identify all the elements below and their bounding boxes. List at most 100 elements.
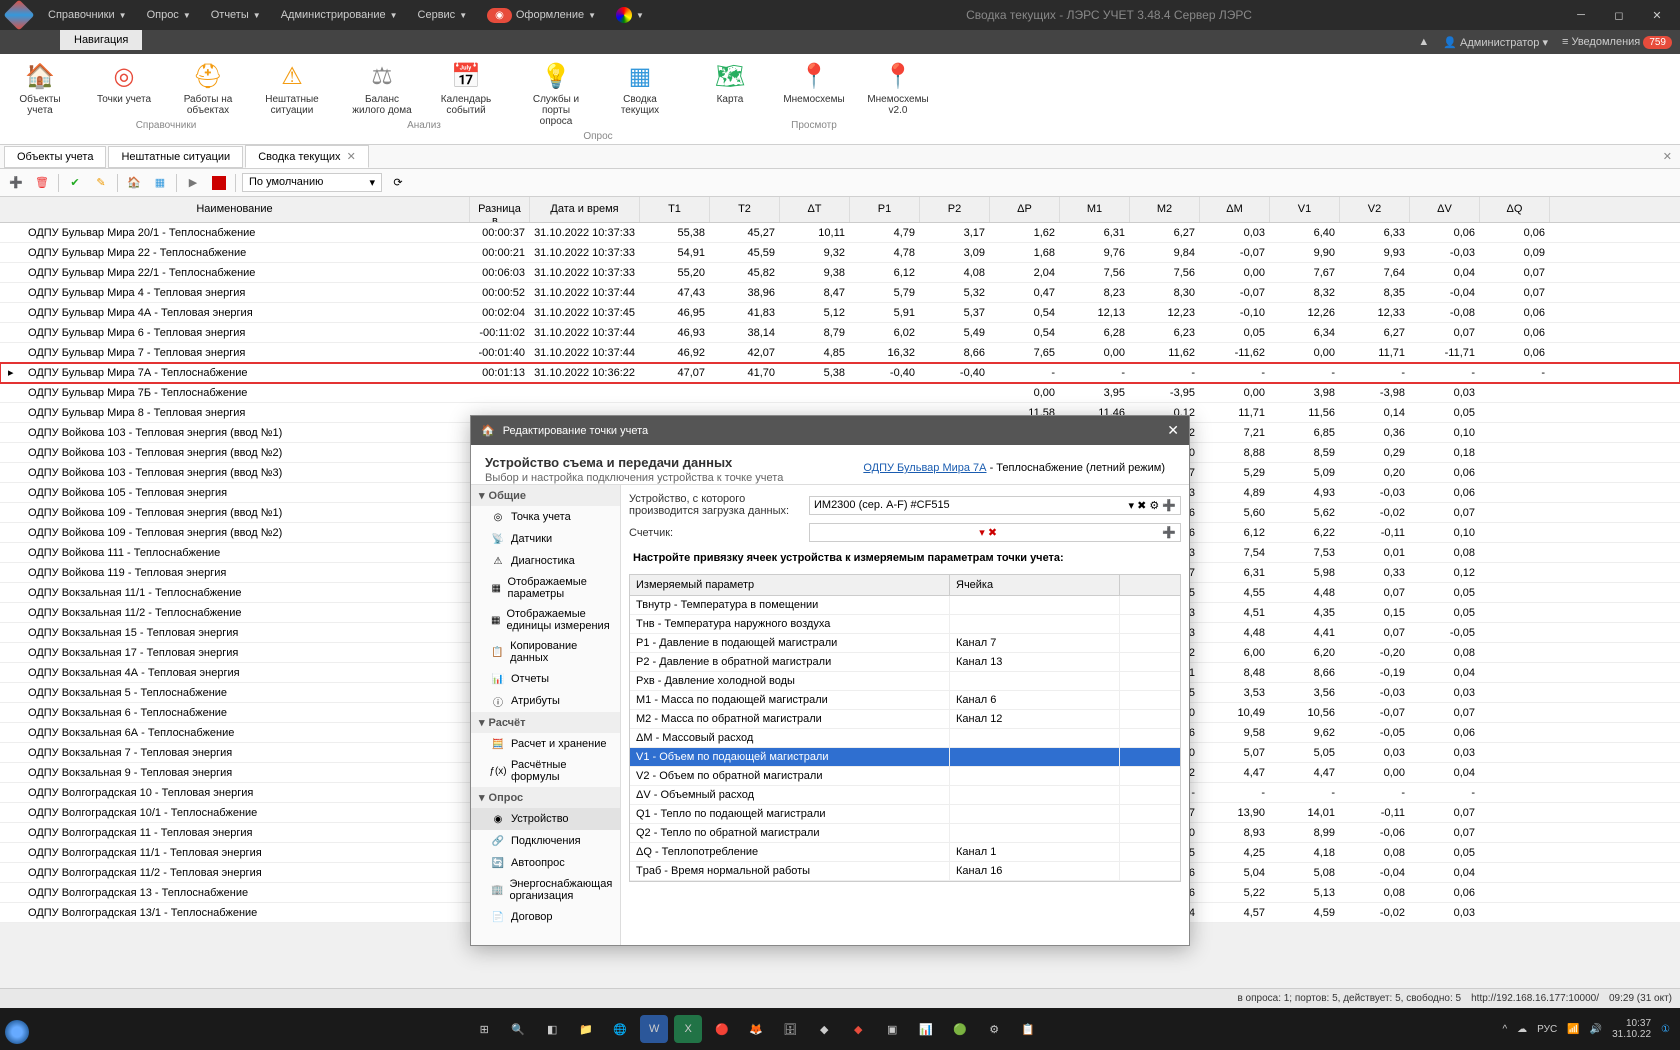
tray-cloud-icon[interactable]: ☁: [1517, 1024, 1527, 1035]
apply-button[interactable]: ✔: [65, 173, 85, 193]
tab-svodka[interactable]: Сводка текущих✕: [245, 145, 369, 168]
edge-icon[interactable]: 🌐: [606, 1015, 634, 1043]
close-all-tabs-icon[interactable]: ✕: [1663, 150, 1672, 163]
ribbon-Работы-на-объектах[interactable]: ⛑Работы на объектах: [178, 60, 238, 116]
counter-combo[interactable]: ▾ ✖ ➕: [809, 523, 1181, 542]
minimize-button[interactable]: ─: [1566, 5, 1596, 25]
side-item-Расчётные-формулы[interactable]: ƒ(x)Расчётные формулы: [471, 755, 620, 787]
edit-button[interactable]: ✎: [91, 173, 111, 193]
tray-expand-icon[interactable]: ^: [1502, 1024, 1507, 1035]
side-item-Отображаемые-единицы-измерения[interactable]: ▦Отображаемые единицы измерения: [471, 604, 620, 636]
menu-service[interactable]: Сервис▼: [410, 3, 476, 27]
ribbon-Карта[interactable]: 🗺Карта: [700, 60, 760, 116]
param-row[interactable]: V2 - Объем по обратной магистрали: [630, 767, 1180, 786]
tray-clock[interactable]: 10:3731.10.22: [1612, 1018, 1651, 1040]
tray-notif-icon[interactable]: ①: [1661, 1024, 1670, 1035]
side-section[interactable]: ▾Опрос: [471, 787, 620, 808]
app4-icon[interactable]: ⚙: [980, 1015, 1008, 1043]
param-row[interactable]: ΔV - Объемный расход: [630, 786, 1180, 805]
side-item-Отчеты[interactable]: 📊Отчеты: [471, 668, 620, 690]
tab-objects[interactable]: Объекты учета: [4, 146, 106, 168]
task-view-icon[interactable]: ◧: [538, 1015, 566, 1043]
param-row[interactable]: Твнутр - Температура в помещении: [630, 596, 1180, 615]
side-item-Договор[interactable]: 📄Договор: [471, 906, 620, 928]
param-row[interactable]: Pхв - Давление холодной воды: [630, 672, 1180, 691]
col-header[interactable]: ΔM: [1200, 197, 1270, 222]
ribbon-Календарь-событий[interactable]: 📅Календарь событий: [436, 60, 496, 116]
side-item-Отображаемые-параметры[interactable]: ▦Отображаемые параметры: [471, 572, 620, 604]
param-row[interactable]: M2 - Масса по обратной магистралиКанал 1…: [630, 710, 1180, 729]
col-header[interactable]: M2: [1130, 197, 1200, 222]
stop-button[interactable]: [209, 173, 229, 193]
col-header[interactable]: Разница в...: [470, 197, 530, 222]
side-item-Энергоснабжающая-организация[interactable]: 🏢Энергоснабжающая организация: [471, 874, 620, 906]
app3-icon[interactable]: 🟢: [946, 1015, 974, 1043]
col-header[interactable]: P2: [920, 197, 990, 222]
param-row[interactable]: P1 - Давление в подающей магистралиКанал…: [630, 634, 1180, 653]
delete-button[interactable]: 🗑: [32, 173, 52, 193]
color-picker-icon[interactable]: ▼: [608, 3, 652, 27]
terminal-icon[interactable]: ▣: [878, 1015, 906, 1043]
menu-oformlenie[interactable]: ◉Оформление▼: [479, 3, 604, 27]
tray-sound-icon[interactable]: 🔊: [1590, 1024, 1602, 1035]
col-header[interactable]: V1: [1270, 197, 1340, 222]
menu-otchety[interactable]: Отчеты▼: [203, 3, 269, 27]
grid-button[interactable]: ▦: [150, 173, 170, 193]
param-row[interactable]: Тнв - Температура наружного воздуха: [630, 615, 1180, 634]
layout-combo[interactable]: По умолчанию▾: [242, 173, 382, 192]
table-row[interactable]: ОДПУ Бульвар Мира 6 - Тепловая энергия-0…: [0, 323, 1680, 343]
col-header[interactable]: M1: [1060, 197, 1130, 222]
play-button[interactable]: ▶: [183, 173, 203, 193]
search-icon[interactable]: 🔍: [504, 1015, 532, 1043]
device-combo[interactable]: ИМ2300 (сер. A-F) #CF515▾ ✖ ⚙ ➕: [809, 496, 1181, 515]
ribbon-Мнемосхемы-v2.0[interactable]: 📍Мнемосхемы v2.0: [868, 60, 928, 116]
table-row[interactable]: ОДПУ Бульвар Мира 22/1 - Теплоснабжение0…: [0, 263, 1680, 283]
param-row[interactable]: V1 - Объем по подающей магистрали: [630, 748, 1180, 767]
ribbon-Мнемосхемы[interactable]: 📍Мнемосхемы: [784, 60, 844, 116]
side-item-Атрибуты[interactable]: ⓘАтрибуты: [471, 690, 620, 712]
table-row[interactable]: ОДПУ Бульвар Мира 22 - Теплоснабжение00:…: [0, 243, 1680, 263]
sql-icon[interactable]: 🗄: [776, 1015, 804, 1043]
app5-icon[interactable]: 📋: [1014, 1015, 1042, 1043]
side-item-Подключения[interactable]: 🔗Подключения: [471, 830, 620, 852]
param-row[interactable]: ΔQ - ТеплопотреблениеКанал 1: [630, 843, 1180, 862]
col-header[interactable]: T2: [710, 197, 780, 222]
firefox-icon[interactable]: 🦊: [742, 1015, 770, 1043]
col-header[interactable]: Наименование: [0, 197, 470, 222]
chrome-icon[interactable]: 🔴: [708, 1015, 736, 1043]
table-row[interactable]: ОДПУ Бульвар Мира 4 - Тепловая энергия00…: [0, 283, 1680, 303]
side-item-Устройство[interactable]: ◉Устройство: [471, 808, 620, 830]
side-item-Датчики[interactable]: 📡Датчики: [471, 528, 620, 550]
param-row[interactable]: Q2 - Тепло по обратной магистрали: [630, 824, 1180, 843]
param-row[interactable]: ΔM - Массовый расход: [630, 729, 1180, 748]
lers-icon[interactable]: ◆: [844, 1015, 872, 1043]
side-section[interactable]: ▾Расчёт: [471, 712, 620, 733]
table-row[interactable]: ОДПУ Бульвар Мира 7 - Тепловая энергия-0…: [0, 343, 1680, 363]
table-row[interactable]: ОДПУ Бульвар Мира 20/1 - Теплоснабжение0…: [0, 223, 1680, 243]
home-button[interactable]: 🏠: [124, 173, 144, 193]
menu-admin[interactable]: Администрирование▼: [273, 3, 406, 27]
app2-icon[interactable]: 📊: [912, 1015, 940, 1043]
param-row[interactable]: P2 - Давление в обратной магистралиКанал…: [630, 653, 1180, 672]
col-header[interactable]: T1: [640, 197, 710, 222]
menu-opros[interactable]: Опрос▼: [139, 3, 199, 27]
close-tab-icon[interactable]: ✕: [347, 151, 356, 163]
table-row[interactable]: ▸ОДПУ Бульвар Мира 7А - Теплоснабжение00…: [0, 363, 1680, 383]
col-header[interactable]: P1: [850, 197, 920, 222]
table-row[interactable]: ОДПУ Бульвар Мира 7Б - Теплоснабжение0,0…: [0, 383, 1680, 403]
side-item-Диагностика[interactable]: ⚠Диагностика: [471, 550, 620, 572]
navigation-tab[interactable]: Навигация: [60, 30, 142, 50]
ribbon-Нештатные-ситуации[interactable]: ⚠Нештатные ситуации: [262, 60, 322, 116]
col-header[interactable]: ΔT: [780, 197, 850, 222]
collapse-ribbon-icon[interactable]: ▲: [1418, 36, 1429, 48]
ribbon-Сводка-текущих[interactable]: ▦Сводка текущих: [610, 60, 670, 127]
maximize-button[interactable]: ◻: [1604, 5, 1634, 25]
dialog-close-button[interactable]: ✕: [1167, 422, 1179, 439]
tray-lang[interactable]: РУС: [1537, 1024, 1557, 1035]
tab-situations[interactable]: Нештатные ситуации: [108, 146, 243, 168]
object-link[interactable]: ОДПУ Бульвар Мира 7А: [863, 462, 986, 474]
side-item-Расчет-и-хранение[interactable]: 🧮Расчет и хранение: [471, 733, 620, 755]
side-item-Копирование-данных[interactable]: 📋Копирование данных: [471, 636, 620, 668]
word-icon[interactable]: W: [640, 1015, 668, 1043]
side-item-Автоопрос[interactable]: 🔄Автоопрос: [471, 852, 620, 874]
